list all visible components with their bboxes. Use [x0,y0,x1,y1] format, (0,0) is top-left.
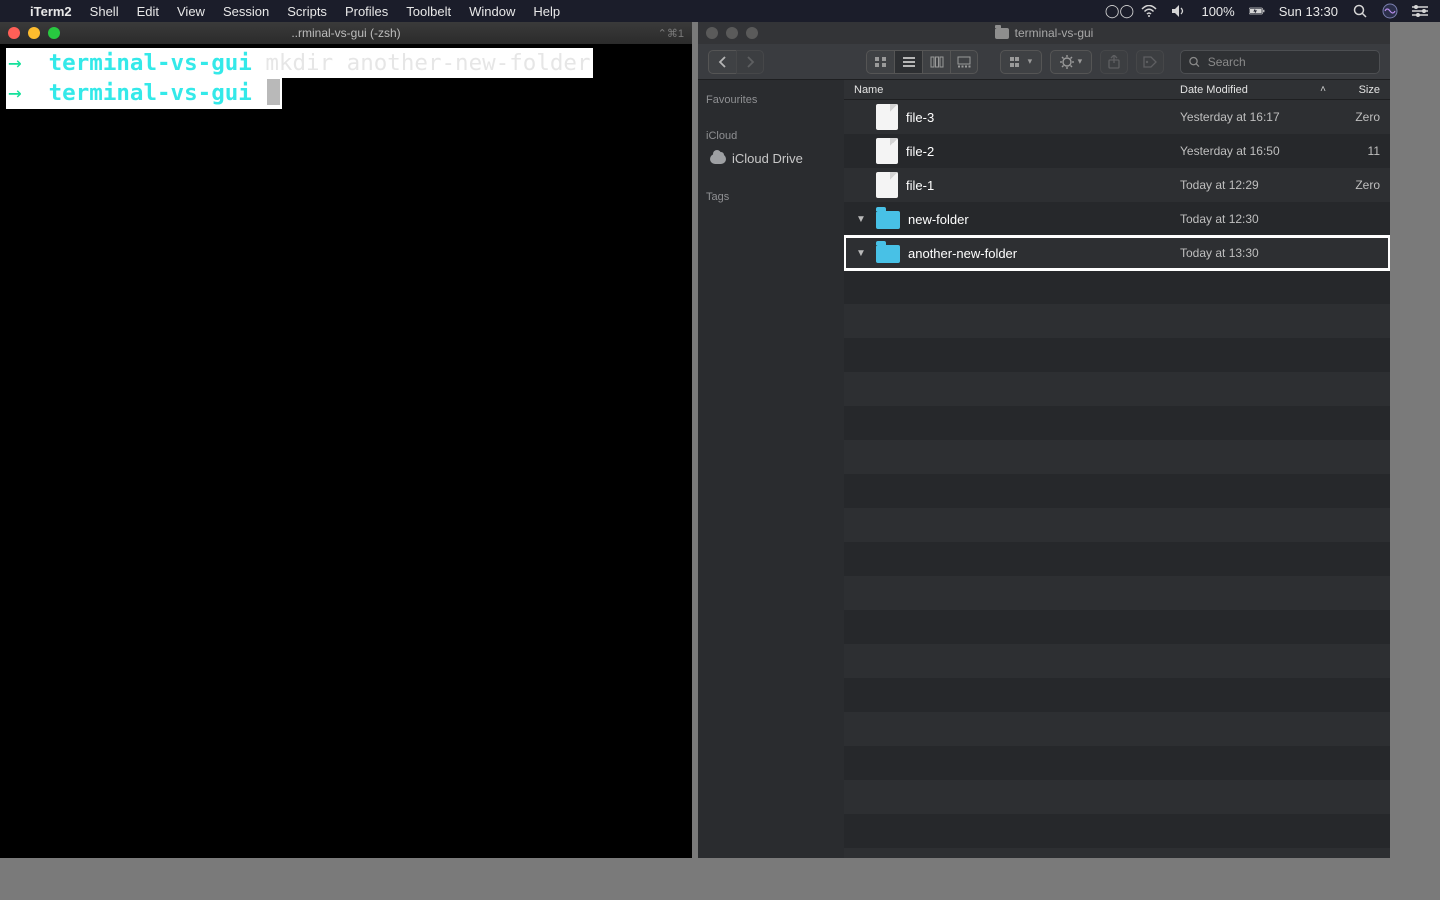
file-name: file-3 [906,110,934,125]
battery-percent: 100% [1201,4,1234,19]
group-by-button[interactable]: ▾ [1000,50,1042,74]
prompt-arrow-icon: → [8,50,22,76]
window-close-button[interactable] [706,27,718,39]
volume-icon[interactable] [1171,3,1187,19]
finder-toolbar: ▾ ▾ [698,44,1390,80]
cloud-icon [710,154,726,164]
app-menu[interactable]: iTerm2 [30,4,72,19]
window-zoom-button[interactable] [48,27,60,39]
terminal-title: ..rminal-vs-gui (-zsh) [0,26,692,40]
view-list-button[interactable] [894,50,922,74]
view-mode-segment [866,50,978,74]
file-name: another-new-folder [908,246,1017,261]
sidebar-section-icloud[interactable]: iCloud [706,130,836,142]
file-icon [876,138,898,164]
sidebar-section-tags[interactable]: Tags [706,191,836,203]
terminal-cursor [267,79,280,105]
prompt-directory: terminal-vs-gui [49,50,252,76]
action-menu-button[interactable]: ▾ [1050,50,1092,74]
column-header-date[interactable]: Date Modified ˄ [1172,84,1334,96]
battery-icon[interactable] [1249,3,1265,19]
sidebar-section-favourites[interactable]: Favourites [706,94,836,106]
sidebar-item-label: iCloud Drive [732,151,803,166]
nav-back-button[interactable] [708,50,736,74]
menu-view[interactable]: View [177,4,205,19]
file-row[interactable]: file-1 Today at 12:29Zero [844,168,1390,202]
view-icon-button[interactable] [866,50,894,74]
menu-scripts[interactable]: Scripts [287,4,327,19]
file-date: Today at 13:30 [1172,246,1334,260]
menu-window[interactable]: Window [469,4,515,19]
tags-button[interactable] [1136,50,1164,74]
file-date: Yesterday at 16:50 [1172,144,1334,158]
file-icon [876,104,898,130]
file-date: Today at 12:30 [1172,212,1334,226]
file-name: file-1 [906,178,934,193]
menu-edit[interactable]: Edit [137,4,159,19]
finder-title: terminal-vs-gui [1015,26,1094,40]
folder-icon [876,245,900,263]
column-header-name[interactable]: Name [844,84,1172,96]
prompt-arrow-icon: → [8,80,22,106]
file-listing: Name Date Modified ˄ Size file-3 Yesterda… [844,80,1390,858]
folder-icon [995,28,1009,39]
file-size: Zero [1334,178,1390,192]
file-row[interactable]: file-3 Yesterday at 16:17Zero [844,100,1390,134]
file-date: Yesterday at 16:17 [1172,110,1334,124]
file-name: file-2 [906,144,934,159]
finder-search[interactable] [1180,50,1380,74]
finder-window: terminal-vs-gui [698,22,1390,858]
control-center-icon[interactable] [1412,3,1428,19]
file-size: 11 [1334,144,1390,158]
terminal-pane-badge: ⌃⌘1 [658,27,684,40]
window-minimize-button[interactable] [28,27,40,39]
terminal-window: ..rminal-vs-gui (-zsh) ⌃⌘1 → terminal-vs… [0,22,692,858]
prompt-directory: terminal-vs-gui [49,80,252,106]
menubar: iTerm2 Shell Edit View Session Scripts P… [0,0,1440,22]
list-header: Name Date Modified ˄ Size [844,80,1390,100]
wifi-icon[interactable] [1141,3,1157,19]
reading-glasses-icon[interactable]: ◯◯ [1111,3,1127,19]
file-name: new-folder [908,212,969,227]
menu-session[interactable]: Session [223,4,269,19]
file-icon [876,172,898,198]
file-size: Zero [1334,110,1390,124]
finder-sidebar: Favourites iCloud iCloud Drive Tags [698,80,844,858]
terminal-command: mkdir another-new-folder [265,50,590,76]
spotlight-icon[interactable] [1352,3,1368,19]
view-column-button[interactable] [922,50,950,74]
file-row[interactable]: file-2 Yesterday at 16:5011 [844,134,1390,168]
window-close-button[interactable] [8,27,20,39]
folder-row[interactable]: ▼ new-folder Today at 12:30 [844,202,1390,236]
menu-shell[interactable]: Shell [90,4,119,19]
disclosure-triangle-icon[interactable]: ▼ [854,248,868,259]
finder-titlebar[interactable]: terminal-vs-gui [698,22,1390,44]
window-minimize-button[interactable] [726,27,738,39]
folder-row[interactable]: ▼ another-new-folder Today at 13:30 [844,236,1390,270]
search-input[interactable] [1206,54,1371,70]
siri-icon[interactable] [1382,3,1398,19]
file-date: Today at 12:29 [1172,178,1334,192]
sort-ascending-icon: ˄ [1320,84,1326,95]
window-zoom-button[interactable] [746,27,758,39]
menu-help[interactable]: Help [533,4,560,19]
view-gallery-button[interactable] [950,50,978,74]
sidebar-item-icloud-drive[interactable]: iCloud Drive [706,148,836,169]
share-button[interactable] [1100,50,1128,74]
column-header-size[interactable]: Size [1334,84,1390,96]
search-icon [1189,56,1200,68]
terminal-titlebar[interactable]: ..rminal-vs-gui (-zsh) ⌃⌘1 [0,22,692,44]
clock[interactable]: Sun 13:30 [1279,4,1338,19]
folder-icon [876,211,900,229]
menu-profiles[interactable]: Profiles [345,4,388,19]
terminal-body[interactable]: → terminal-vs-gui mkdir another-new-fold… [0,44,692,858]
nav-forward-button[interactable] [736,50,764,74]
menu-toolbelt[interactable]: Toolbelt [406,4,451,19]
disclosure-triangle-icon[interactable]: ▼ [854,214,868,225]
